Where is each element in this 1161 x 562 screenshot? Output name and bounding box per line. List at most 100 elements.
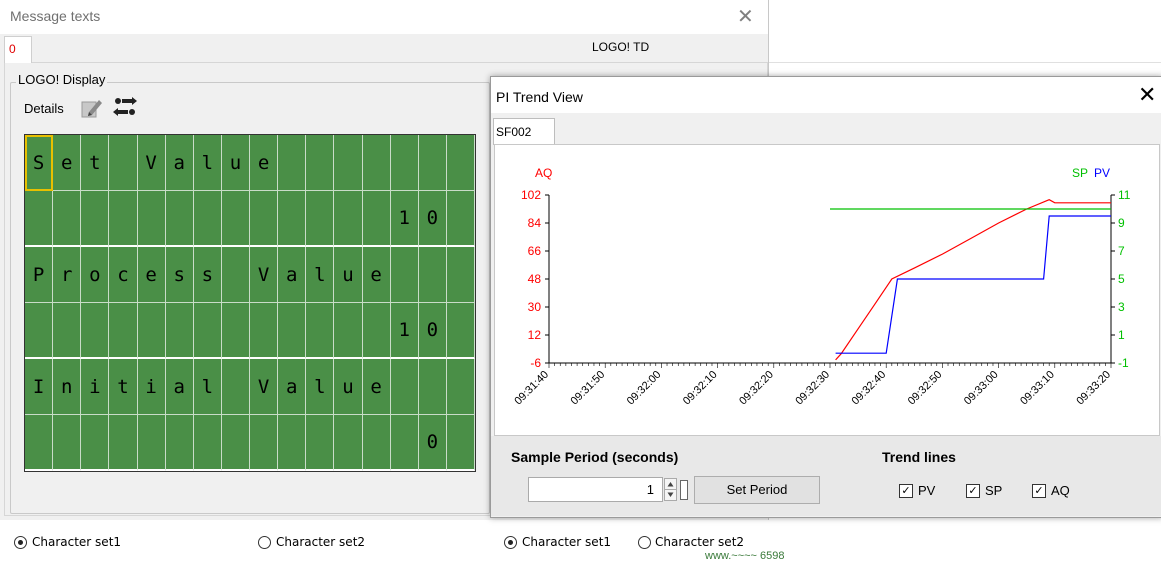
lcd-cell[interactable]: e [53,135,82,191]
close-icon[interactable]: ✕ [737,4,754,29]
lcd-cell[interactable]: u [221,135,250,191]
lcd-cell[interactable] [418,247,447,303]
lcd-cell[interactable]: P [25,247,54,303]
lcd-cell[interactable] [390,359,419,415]
lcd-cell[interactable]: e [362,359,391,415]
lcd-cell[interactable] [418,135,447,191]
lcd-cell[interactable]: 0 [418,191,447,247]
lcd-cell[interactable] [109,415,138,471]
lcd-cell[interactable] [221,303,250,359]
lcd-cell[interactable]: o [81,247,110,303]
lcd-cell[interactable]: a [165,359,194,415]
charset1-radio-right[interactable] [504,536,517,549]
lcd-cell[interactable] [165,303,194,359]
lcd-cell[interactable] [137,191,166,247]
lcd-cell[interactable] [221,415,250,471]
lcd-cell[interactable] [390,247,419,303]
lcd-cell[interactable] [446,191,475,247]
lcd-cell[interactable] [193,191,222,247]
lcd-cell[interactable] [53,303,82,359]
lcd-cell[interactable] [25,303,54,359]
lcd-cell[interactable]: a [165,135,194,191]
lcd-cell[interactable] [81,415,110,471]
lcd-cell[interactable] [446,415,475,471]
lcd-cell[interactable] [334,135,363,191]
lcd-cell[interactable]: S [25,135,54,191]
lcd-cell[interactable]: r [53,247,82,303]
lcd-cell[interactable]: V [137,135,166,191]
configure-icon[interactable] [112,96,138,118]
lcd-cell[interactable]: e [250,135,279,191]
lcd-cell[interactable] [25,191,54,247]
lcd-cell[interactable] [221,247,250,303]
lcd-cell[interactable] [193,415,222,471]
lcd-cell[interactable] [390,415,419,471]
lcd-cell[interactable]: l [306,359,335,415]
lcd-cell[interactable]: 0 [418,303,447,359]
lcd-cell[interactable]: c [109,247,138,303]
lcd-cell[interactable] [278,415,307,471]
lcd-cell[interactable] [362,415,391,471]
lcd-cell[interactable] [53,415,82,471]
lcd-cell[interactable] [306,191,335,247]
lcd-cell[interactable] [81,303,110,359]
lcd-cell[interactable]: V [250,359,279,415]
lcd-cell[interactable] [446,303,475,359]
lcd-cell[interactable] [306,303,335,359]
lcd-cell[interactable] [250,303,279,359]
lcd-cell[interactable] [334,303,363,359]
lcd-cell[interactable]: s [193,247,222,303]
lcd-cell[interactable]: l [193,135,222,191]
lcd-cell[interactable]: s [165,247,194,303]
lcd-cell[interactable]: t [81,135,110,191]
lcd-cell[interactable] [362,303,391,359]
lcd-cell[interactable] [137,303,166,359]
lcd-cell[interactable]: I [25,359,54,415]
slider-handle[interactable] [680,480,688,500]
lcd-cell[interactable] [193,303,222,359]
lcd-cell[interactable] [390,135,419,191]
aq-checkbox[interactable]: ✓ [1032,484,1046,498]
set-period-button[interactable]: Set Period [694,476,820,504]
lcd-cell[interactable] [334,191,363,247]
lcd-cell[interactable] [334,415,363,471]
lcd-cell[interactable]: 0 [418,415,447,471]
lcd-cell[interactable]: u [334,359,363,415]
lcd-cell[interactable] [278,303,307,359]
lcd-cell[interactable] [418,359,447,415]
lcd-cell[interactable]: a [278,247,307,303]
lcd-cell[interactable] [446,247,475,303]
sp-checkbox[interactable]: ✓ [966,484,980,498]
lcd-cell[interactable] [81,191,110,247]
lcd-cell[interactable] [53,191,82,247]
lcd-cell[interactable] [25,415,54,471]
lcd-cell[interactable] [278,135,307,191]
sample-period-input[interactable]: 1 [528,477,663,502]
lcd-cell[interactable] [137,415,166,471]
lcd-cell[interactable]: e [362,247,391,303]
lcd-cell[interactable] [278,191,307,247]
lcd-cell[interactable] [446,359,475,415]
close-icon[interactable]: ✕ [1138,82,1156,108]
lcd-cell[interactable]: 1 [390,303,419,359]
lcd-cell[interactable]: u [334,247,363,303]
lcd-cell[interactable]: t [109,359,138,415]
lcd-cell[interactable] [362,135,391,191]
lcd-cell[interactable] [221,359,250,415]
charset2-radio[interactable] [258,536,271,549]
charset1-radio[interactable] [14,536,27,549]
edit-icon[interactable] [81,97,103,119]
lcd-cell[interactable]: l [193,359,222,415]
lcd-cell[interactable] [446,135,475,191]
lcd-cell[interactable] [306,415,335,471]
lcd-cell[interactable] [306,135,335,191]
lcd-cell[interactable] [109,135,138,191]
lcd-cell[interactable] [109,191,138,247]
lcd-cell[interactable] [250,415,279,471]
sample-period-spinner[interactable] [664,478,677,501]
lcd-cell[interactable] [165,191,194,247]
lcd-cell[interactable] [109,303,138,359]
charset2-radio-right[interactable] [638,536,651,549]
lcd-cell[interactable]: e [137,247,166,303]
lcd-cell[interactable]: 1 [390,191,419,247]
